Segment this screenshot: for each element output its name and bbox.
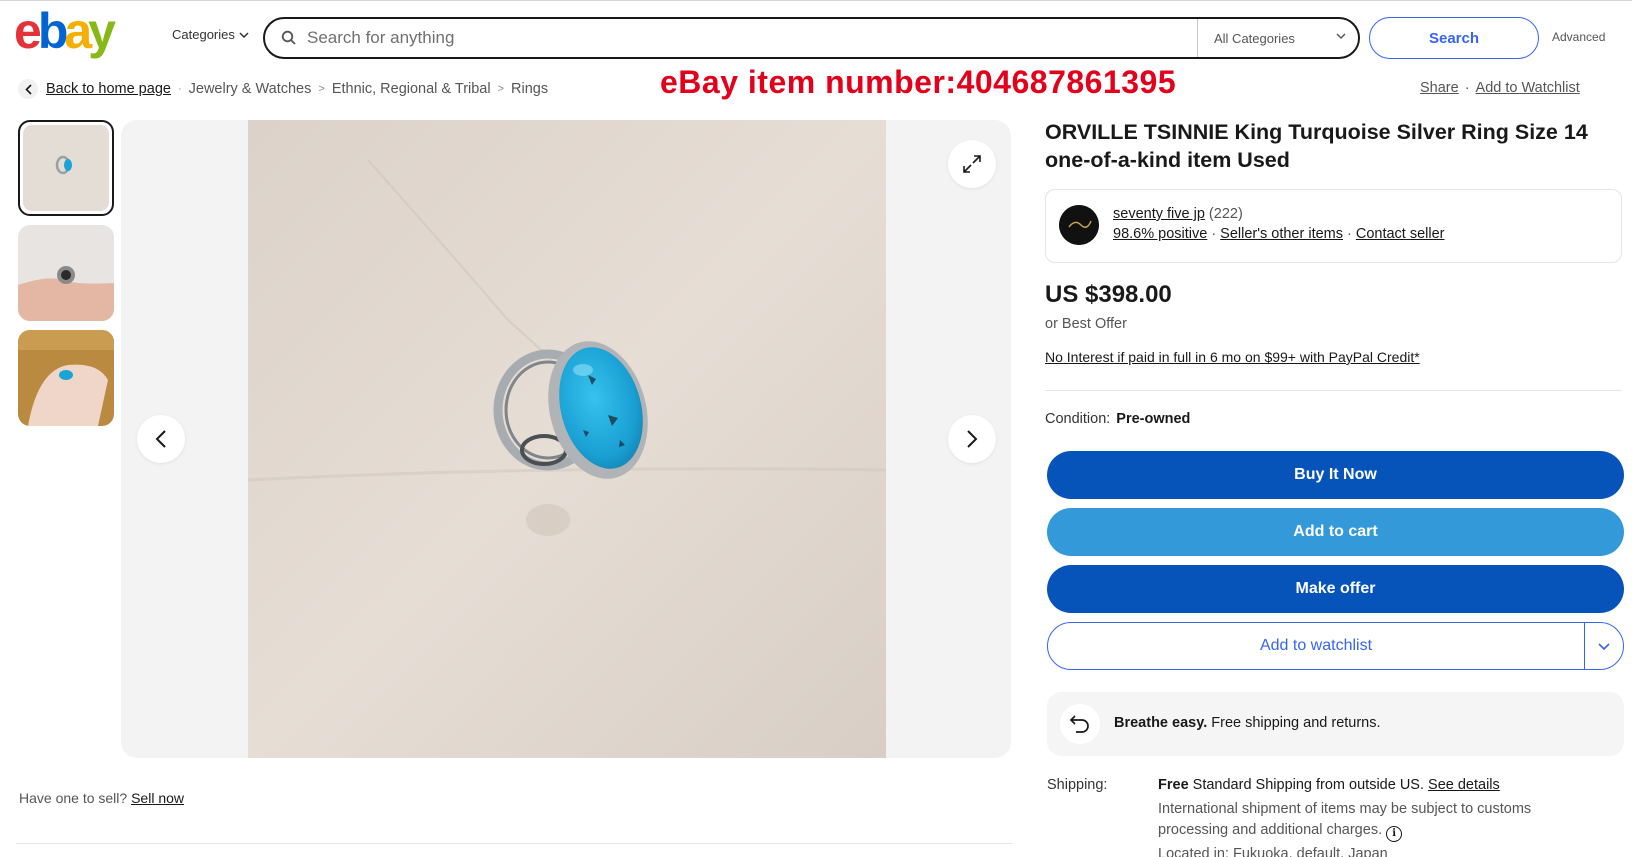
paypal-credit-link[interactable]: No Interest if paid in full in 6 mo on $… <box>1045 349 1420 365</box>
back-chevron-icon[interactable] <box>18 79 38 99</box>
seller-card: seventy five jp (222) 98.6% positive · Sel… <box>1045 189 1622 263</box>
chevron-down-icon <box>239 31 249 38</box>
breadcrumb-item[interactable]: Jewelry & Watches <box>189 81 312 97</box>
divider <box>1045 390 1622 391</box>
top-border <box>0 0 1632 1</box>
add-to-watchlist-button[interactable]: Add to watchlist <box>1048 623 1585 669</box>
categories-label: Categories <box>172 27 235 42</box>
search-bar: All Categories <box>263 17 1360 59</box>
main-product-image[interactable] <box>248 120 886 758</box>
see-details-link[interactable]: See details <box>1428 777 1500 793</box>
best-offer-text: or Best Offer <box>1045 316 1127 332</box>
chevron-left-icon <box>155 430 166 448</box>
add-to-watchlist-link[interactable]: Add to Watchlist <box>1476 80 1580 96</box>
seller-links: 98.6% positive · Seller's other items · Cont… <box>1113 226 1445 242</box>
chevron-down-icon <box>1598 642 1610 650</box>
make-offer-button[interactable]: Make offer <box>1047 565 1624 613</box>
breadcrumb-item[interactable]: Rings <box>511 81 548 97</box>
ebay-logo[interactable]: ebay <box>14 8 132 64</box>
returns-icon-wrap <box>1060 704 1100 744</box>
expand-image-button[interactable] <box>948 140 996 188</box>
thumbnail-1[interactable] <box>18 120 114 216</box>
hand-ring-thumbnail-image <box>18 225 114 321</box>
feedback-count: (222) <box>1208 206 1243 222</box>
shipping-label: Shipping: <box>1047 777 1108 793</box>
item-location: Located in: Fukuoka, default, Japan <box>1158 846 1388 857</box>
search-icon <box>281 30 296 45</box>
finger-ring-thumbnail-image <box>18 330 114 426</box>
breathe-easy-banner: Breathe easy. Free shipping and returns. <box>1047 692 1624 756</box>
top-actions: Share · Add to Watchlist <box>1420 80 1580 96</box>
condition-label: Condition: <box>1045 411 1111 427</box>
breathe-easy-bold: Breathe easy. <box>1114 715 1208 731</box>
shipping-main-text: Standard Shipping from outside US. <box>1188 777 1429 793</box>
seller-other-items-link[interactable]: Seller's other items <box>1220 226 1343 242</box>
positive-feedback-link[interactable]: 98.6% positive <box>1113 226 1207 242</box>
all-categories-label: All Categories <box>1214 30 1295 46</box>
categories-button[interactable]: Categories <box>172 27 249 42</box>
back-to-home-link[interactable]: Back to home page <box>46 81 171 97</box>
breathe-easy-text: Breathe easy. Free shipping and returns. <box>1114 715 1381 731</box>
chevron-down-icon <box>1336 33 1346 39</box>
buy-it-now-button[interactable]: Buy It Now <box>1047 451 1624 499</box>
add-to-watchlist-group: Add to watchlist <box>1047 622 1624 670</box>
breathe-easy-rest: Free shipping and returns. <box>1207 715 1381 731</box>
advanced-search-link[interactable]: Advanced <box>1552 30 1605 44</box>
shipping-free: Free <box>1158 777 1189 793</box>
ring-thumbnail-image <box>23 125 109 211</box>
thumbnail-2[interactable] <box>18 225 114 321</box>
svg-text:ebay: ebay <box>14 8 116 59</box>
breadcrumb-chevron-icon: > <box>318 83 325 95</box>
listing-title: ORVILLE TSINNIE King Turquoise Silver Ri… <box>1045 120 1588 172</box>
seller-name-row: seventy five jp (222) <box>1113 206 1243 222</box>
sell-prefix: Have one to sell? <box>19 790 132 806</box>
breadcrumb-dot: · <box>177 83 182 95</box>
returns-icon <box>1069 715 1089 733</box>
condition-row: Condition: Pre-owned <box>1045 411 1190 427</box>
separator-dot: · <box>1464 80 1470 96</box>
shipping-note: International shipment of items may be s… <box>1158 799 1598 842</box>
main-image-gallery <box>121 120 1011 758</box>
have-one-to-sell: Have one to sell? Sell now <box>19 790 184 806</box>
add-to-cart-button[interactable]: Add to cart <box>1047 508 1624 556</box>
breadcrumb: Back to home page · Jewelry & Watches > … <box>18 79 548 99</box>
shipping-note-text: International shipment of items may be s… <box>1158 801 1532 838</box>
previous-image-button[interactable] <box>137 415 185 463</box>
breadcrumb-item[interactable]: Ethnic, Regional & Tribal <box>332 81 491 97</box>
seller-avatar[interactable] <box>1059 205 1099 245</box>
info-icon[interactable]: i <box>1386 825 1403 842</box>
separator-dot: · <box>1347 226 1352 242</box>
all-categories-select[interactable]: All Categories <box>1197 19 1358 57</box>
search-input[interactable] <box>307 28 1177 48</box>
chevron-right-icon <box>967 430 978 448</box>
seller-name-link[interactable]: seventy five jp <box>1113 206 1205 222</box>
sell-now-link[interactable]: Sell now <box>131 790 184 806</box>
condition-value: Pre-owned <box>1116 411 1191 427</box>
share-link[interactable]: Share <box>1420 80 1459 96</box>
separator-dot: · <box>1211 226 1217 242</box>
logo-letter-b: b <box>38 8 67 59</box>
next-image-button[interactable] <box>948 415 996 463</box>
thumbnail-3[interactable] <box>18 330 114 426</box>
shipping-main: Free Standard Shipping from outside US. … <box>1158 777 1500 793</box>
logo-letter-y: y <box>88 8 116 59</box>
breadcrumb-chevron-icon: > <box>497 83 505 95</box>
divider <box>16 843 1012 844</box>
price: US $398.00 <box>1045 281 1172 308</box>
expand-icon <box>963 155 981 173</box>
watchlist-dropdown-button[interactable] <box>1585 623 1623 669</box>
contact-seller-link[interactable]: Contact seller <box>1356 226 1445 242</box>
item-number-banner: eBay item number:404687861395 <box>660 64 1177 100</box>
search-button[interactable]: Search <box>1369 17 1539 59</box>
